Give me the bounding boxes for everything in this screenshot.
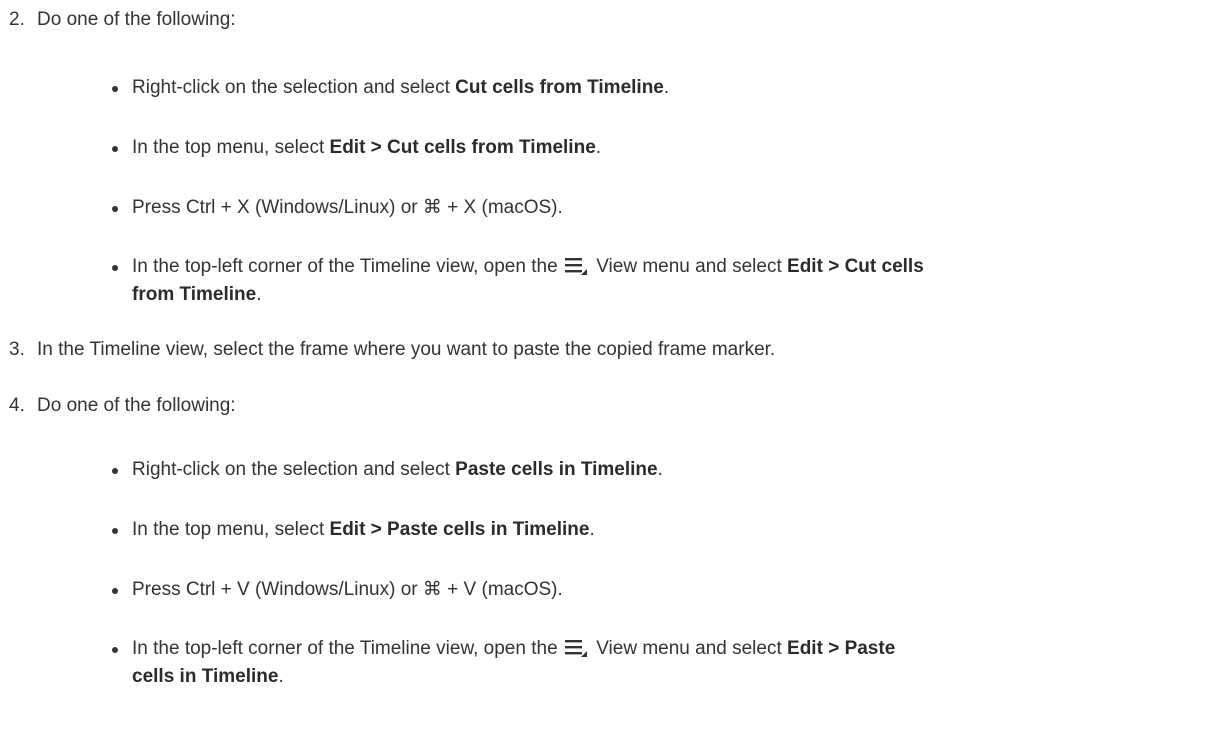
step-text: Do one of the following: (37, 395, 236, 416)
bullet-dot (112, 206, 118, 212)
document: 2. Do one of the following: Right-click o… (0, 0, 1232, 732)
step-number: 4. (9, 395, 25, 416)
bullet-dot (112, 146, 118, 152)
list-item: Right-click on the selection and select … (112, 74, 1212, 102)
step-3: 3. In the Timeline view, select the frame… (9, 336, 775, 364)
list-item: In the top menu, select Edit > Paste cel… (112, 516, 1212, 544)
bullet-dot (112, 468, 118, 474)
view-menu-icon (564, 639, 587, 657)
list-item: In the top menu, select Edit > Cut cells… (112, 134, 1212, 162)
bullet-dot (112, 265, 118, 271)
step-2: 2. Do one of the following: (9, 6, 236, 34)
list-item: Press Ctrl + X (Windows/Linux) or ⌘ + X … (112, 194, 1212, 222)
step-text: Do one of the following: (37, 9, 236, 30)
list-item: Right-click on the selection and select … (112, 456, 1212, 484)
list-item: Press Ctrl + V (Windows/Linux) or ⌘ + V … (112, 576, 1212, 604)
step-text: In the Timeline view, select the frame w… (37, 339, 776, 360)
bullet-dot (112, 647, 118, 653)
bullet-dot (112, 86, 118, 92)
list-item: In the top-left corner of the Timeline v… (112, 635, 1212, 691)
view-menu-icon (564, 257, 587, 275)
list-item: In the top-left corner of the Timeline v… (112, 253, 1212, 309)
step-number: 3. (9, 339, 25, 360)
bullet-dot (112, 588, 118, 594)
step-4: 4. Do one of the following: (9, 392, 236, 420)
step-number: 2. (9, 9, 25, 30)
bullet-dot (112, 528, 118, 534)
